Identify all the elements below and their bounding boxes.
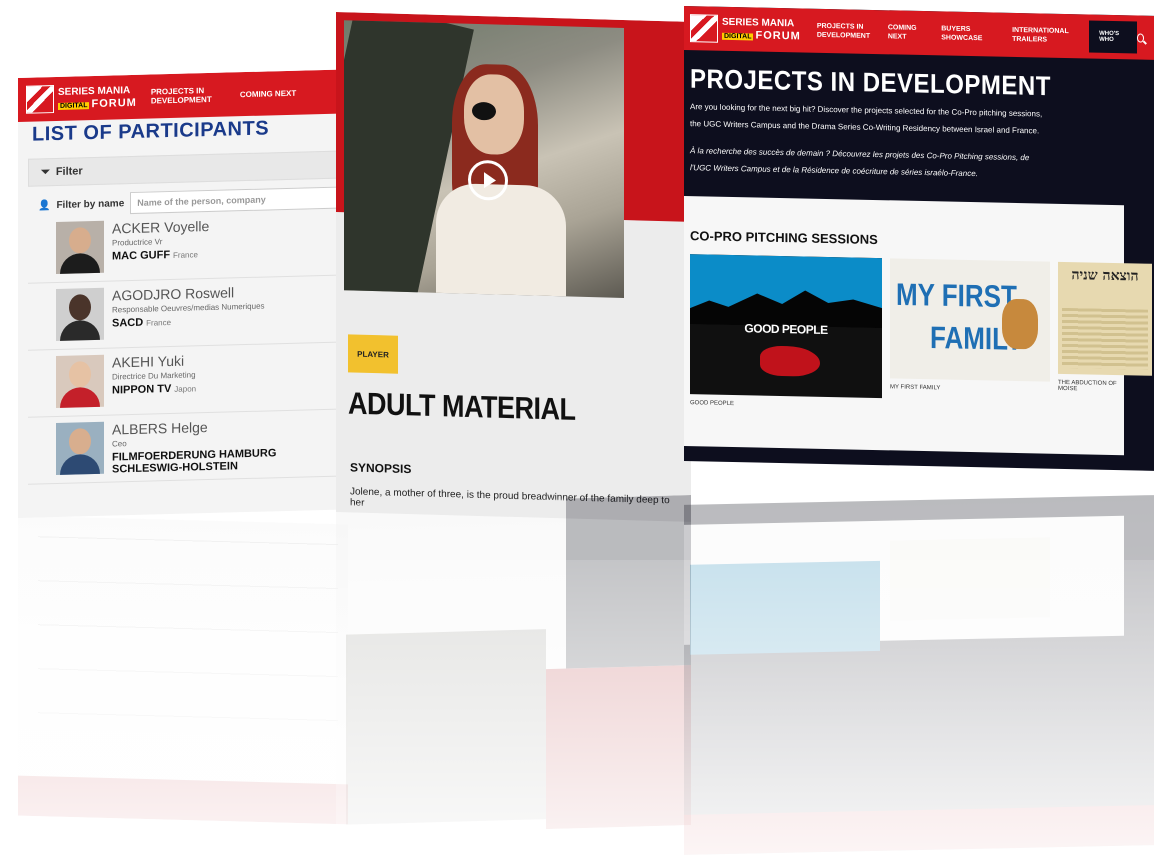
logo-digital-text: DIGITAL [722,32,754,40]
avatar [56,421,104,476]
filter-toggle[interactable]: ⏷ Filter [28,150,338,187]
shirt-shape [436,182,566,297]
avatar [56,354,104,409]
filter-by-name-label: Filter by name [56,197,125,211]
project-card-abduction[interactable]: הוצאה שניה [1058,261,1152,376]
projects-section: CO-PRO PITCHING SESSIONS GOOD PEOPLE GOO… [684,196,1152,456]
project-card-good-people[interactable]: GOOD PEOPLE [690,254,882,399]
nav-international-trailers[interactable]: INTERNATIONAL TRAILERS [1012,26,1069,45]
avatar [56,220,104,275]
synopsis-heading: SYNOPSIS [350,460,412,477]
participant-role: Responsable Oeuvres/medias Numeriques [112,301,265,315]
logo-digital-text: DIGITAL [58,101,90,110]
play-icon[interactable] [468,159,508,201]
filter-label: Filter [55,165,83,179]
nav-projects-in-development[interactable]: PROJECTS IN DEVELOPMENT [817,22,872,41]
poster-title: GOOD PEOPLE [744,321,828,338]
participant-country: France [146,317,172,328]
search-icon[interactable] [1136,32,1145,43]
participant-company: SACD [112,316,144,330]
participant-row[interactable]: AGODJRO Roswell Responsable Oeuvres/medi… [28,275,338,351]
section-title: CO-PRO PITCHING SESSIONS [690,228,878,248]
top-nav: SERIES MANIA DIGITAL FORUM PROJECTS IN DE… [684,6,1154,60]
eye-patch [472,101,496,121]
nav-coming-next[interactable]: COMING NEXT [240,88,296,98]
participant-role: Productrice Vr [112,237,163,248]
user-icon: 👤 [38,199,51,211]
nav-coming-next[interactable]: COMING NEXT [888,23,925,42]
participant-name[interactable]: ACKER Voyelle [112,218,209,237]
project-title: ADULT MATERIAL [348,386,576,427]
series-mania-logo[interactable]: SERIES MANIA DIGITAL FORUM [26,83,137,114]
participant-company: MAC GUFF [112,249,171,263]
participant-company: NIPPON TV [112,382,172,397]
collage-scene: SERIES MANIA DIGITAL FORUM PROJECTS IN DE… [0,0,1156,857]
participant-role: Directrice Du Marketing [112,370,196,382]
participant-country: Japon [174,384,197,394]
card-caption[interactable]: GOOD PEOPLE [690,400,734,407]
participant-name[interactable]: AKEHI Yuki [112,352,196,371]
card-caption[interactable]: THE ABDUCTION OF MOISE [1058,380,1124,393]
participant-row[interactable]: ACKER Voyelle Productrice Vr MAC GUFF Fra… [28,208,338,284]
logo-forum-text: FORUM [91,96,137,110]
participant-name[interactable]: AGODJRO Roswell [112,284,265,303]
avatar [56,287,104,342]
participant-row[interactable]: ALBERS Helge Ceo FILMFOERDERUNG HAMBURG … [28,409,338,485]
project-card-my-first-family[interactable]: MY FIRST FAMILY [890,258,1050,382]
participant-country: France [173,250,198,260]
card-caption[interactable]: MY FIRST FAMILY [890,384,940,391]
series-mania-logo-icon [690,14,718,43]
search-placeholder: Name of the person, company [137,194,266,208]
poster-figure [1002,298,1038,350]
poster-title: הוצאה שניה [1071,267,1139,285]
nav-buyers-showcase[interactable]: BUYERS SHOWCASE [941,24,996,43]
participant-row[interactable]: AKEHI Yuki Directrice Du Marketing NIPPO… [28,342,338,418]
newspaper-columns [1062,307,1148,370]
filter-icon: ⏷ [41,165,50,178]
poster-title-line-1: MY FIRST [896,276,1017,315]
participants-page: SERIES MANIA DIGITAL FORUM PROJECTS IN DE… [18,69,348,518]
participant-company: FILMFOERDERUNG HAMBURG SCHLESWIG-HOLSTEI… [112,447,277,476]
reflection-fade [0,560,1156,857]
player-tag[interactable]: PLAYER [348,334,398,374]
series-mania-logo[interactable]: SERIES MANIA DIGITAL FORUM [690,14,801,44]
logo-forum-text: FORUM [755,28,801,42]
poster-splash [760,345,820,377]
series-mania-logo-icon [26,85,54,114]
projects-in-development-page: SERIES MANIA DIGITAL FORUM PROJECTS IN DE… [684,6,1154,471]
project-detail-page: PLAYER ADULT MATERIAL SYNOPSIS Jolene, a… [336,12,691,522]
whos-who-button[interactable]: WHO'S WHO [1089,20,1137,54]
video-thumbnail[interactable] [344,20,624,299]
nav-projects-in-development[interactable]: PROJECTS IN DEVELOPMENT [151,86,226,105]
top-nav: SERIES MANIA DIGITAL FORUM PROJECTS IN DE… [18,69,348,122]
